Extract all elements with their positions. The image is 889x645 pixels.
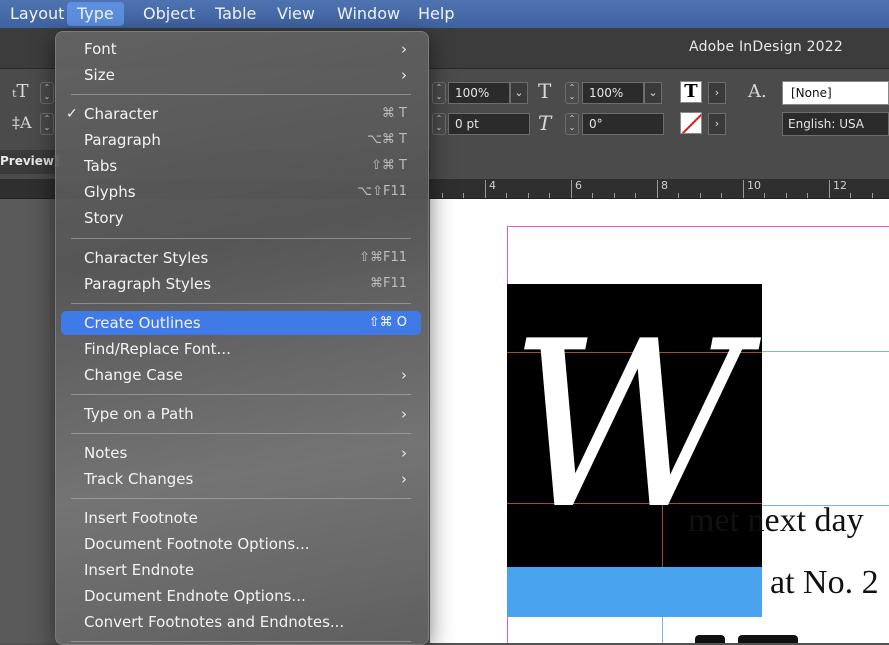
ruler-label: 12 <box>833 179 847 192</box>
menu-item-create-outlines[interactable]: Create Outlines ⇧⌘ O <box>61 311 421 335</box>
menu-separator <box>71 94 411 95</box>
menu-window[interactable]: Window <box>327 0 410 28</box>
body-text-line-1: met next day <box>688 502 864 539</box>
submenu-arrow-icon: › <box>401 40 407 58</box>
submenu-arrow-icon: › <box>401 444 407 462</box>
ruler-tick <box>657 180 658 198</box>
submenu-arrow-icon: › <box>401 66 407 84</box>
menu-object[interactable]: Object <box>133 0 205 28</box>
ruler-label: 4 <box>489 179 496 192</box>
menu-item-find-replace-font[interactable]: Find/Replace Font... <box>61 337 421 361</box>
margin-guide-top <box>507 226 889 227</box>
menu-separator <box>71 238 411 239</box>
menu-item-font[interactable]: Font › <box>61 37 421 61</box>
menu-help[interactable]: Help <box>408 0 464 28</box>
skew-stepper[interactable]: ⌃ ⌄ <box>565 113 579 135</box>
font-size-stepper[interactable]: ⌃ ⌄ <box>40 82 54 104</box>
leading-stepper[interactable]: ⌃ ⌄ <box>40 113 54 135</box>
menu-separator <box>71 641 411 642</box>
baseline-stepper[interactable]: ⌃ ⌄ <box>432 113 446 135</box>
menu-item-document-endnote-options[interactable]: Document Endnote Options... <box>61 584 421 608</box>
selection-highlight <box>507 567 762 617</box>
submenu-arrow-icon: › <box>401 366 407 384</box>
fill-dropdown[interactable]: › <box>708 82 726 104</box>
leading-icon: ‡A <box>12 113 32 132</box>
menu-separator <box>71 303 411 304</box>
ruler-label: 10 <box>747 179 761 192</box>
vertical-scale-dropdown[interactable]: ⌄ <box>510 82 528 104</box>
baseline-guide <box>762 351 889 352</box>
menu-item-tabs[interactable]: Tabs ⇧⌘ T <box>61 154 421 178</box>
font-size-icon: ₜT <box>12 81 29 102</box>
type-menu: Font › Size › ✓ Character ⌘ T Paragraph ⌥⌘ T … <box>55 31 429 645</box>
horizontal-scale-icon: T <box>538 79 552 103</box>
menu-layout[interactable]: Layout <box>0 0 74 28</box>
ruler-label: 6 <box>575 179 582 192</box>
character-style-icon: A. <box>748 81 767 102</box>
menu-item-convert-footnotes-endnotes[interactable]: Convert Footnotes and Endnotes... <box>61 610 421 634</box>
menu-separator <box>71 394 411 395</box>
menu-item-insert-footnote[interactable]: Insert Footnote <box>61 506 421 530</box>
menu-item-type-on-a-path[interactable]: Type on a Path › <box>61 402 421 426</box>
vertical-scale-stepper[interactable]: ⌃ ⌄ <box>432 82 446 104</box>
menu-item-size[interactable]: Size › <box>61 63 421 87</box>
checkmark-icon: ✓ <box>66 106 78 122</box>
body-text-line-2: at No. 2 <box>770 564 879 601</box>
body-text-line-3-partial <box>695 627 845 643</box>
menu-item-paragraph[interactable]: Paragraph ⌥⌘ T <box>61 128 421 152</box>
submenu-arrow-icon: › <box>401 405 407 423</box>
ruler-tick <box>743 180 744 198</box>
menu-item-track-changes[interactable]: Track Changes › <box>61 467 421 491</box>
document-page[interactable]: W met next day at No. 2 <box>430 199 889 643</box>
menu-bar: Layout Type Object Table View Window Hel… <box>0 0 889 28</box>
menu-item-document-footnote-options[interactable]: Document Footnote Options... <box>61 532 421 556</box>
menu-separator <box>71 433 411 434</box>
skew-field[interactable]: 0° <box>582 113 664 135</box>
language-field[interactable]: English: USA <box>782 112 889 136</box>
menu-item-character[interactable]: ✓ Character ⌘ T <box>61 102 421 126</box>
menu-item-story[interactable]: Story <box>61 206 421 230</box>
fill-text-icon[interactable]: T <box>680 81 702 103</box>
menu-item-paragraph-styles[interactable]: Paragraph Styles ⌘F11 <box>61 272 421 296</box>
horizontal-scale-dropdown[interactable]: ⌄ <box>644 82 662 104</box>
menu-separator <box>71 498 411 499</box>
app-title: Adobe InDesign 2022 <box>689 39 843 55</box>
vertical-scale-field[interactable]: 100% <box>448 82 510 104</box>
menu-item-change-case[interactable]: Change Case › <box>61 363 421 387</box>
character-style-field[interactable]: [None] <box>782 81 889 105</box>
horizontal-scale-field[interactable]: 100% <box>582 82 644 104</box>
menu-item-character-styles[interactable]: Character Styles ⇧⌘F11 <box>61 246 421 270</box>
menu-type[interactable]: Type <box>67 2 124 26</box>
ruler-tick <box>485 180 486 198</box>
menu-view[interactable]: View <box>267 0 325 28</box>
horizontal-scale-stepper[interactable]: ⌃ ⌄ <box>565 82 579 104</box>
ruler-label: 8 <box>661 179 668 192</box>
ruler-tick <box>829 180 830 198</box>
submenu-arrow-icon: › <box>401 470 407 488</box>
menu-item-insert-endnote[interactable]: Insert Endnote <box>61 558 421 582</box>
stroke-none-icon[interactable] <box>680 112 702 134</box>
ruler-tick <box>571 180 572 198</box>
skew-icon: T <box>538 111 552 135</box>
menu-item-glyphs[interactable]: Glyphs ⌥⇧F11 <box>61 180 421 204</box>
menu-item-notes[interactable]: Notes › <box>61 441 421 465</box>
stroke-dropdown[interactable]: › <box>708 113 726 135</box>
document-tab[interactable]: Preview] <box>0 154 60 168</box>
drop-cap-frame[interactable]: W <box>507 284 762 617</box>
baseline-shift-field[interactable]: 0 pt <box>448 113 530 135</box>
menu-table[interactable]: Table <box>205 0 266 28</box>
